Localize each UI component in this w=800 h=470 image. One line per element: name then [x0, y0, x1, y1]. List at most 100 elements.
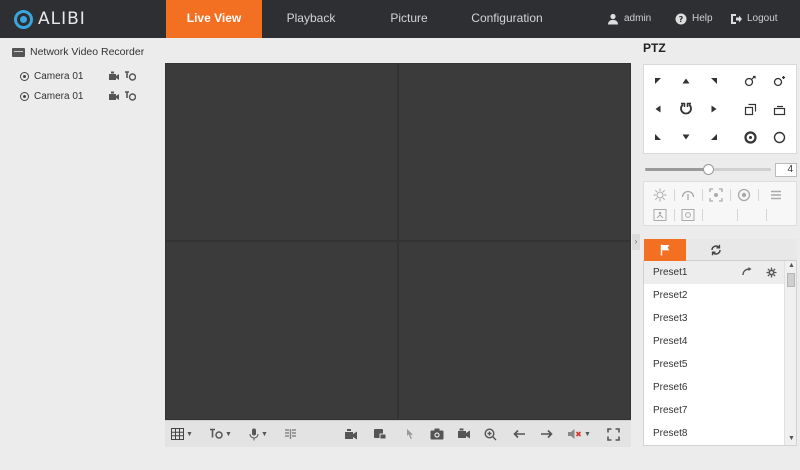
- ptz-speed-fill: [645, 168, 708, 171]
- full-screen-layout-button[interactable]: [284, 427, 297, 441]
- start-live-icon[interactable]: [108, 91, 120, 101]
- preset-list-scrollbar[interactable]: ▲ ▼: [784, 261, 796, 445]
- stream-type-icon[interactable]: [124, 71, 136, 81]
- previous-page-button[interactable]: [513, 427, 526, 441]
- arrow-up-right-icon: [711, 78, 717, 84]
- help-link[interactable]: ? Help: [675, 0, 713, 38]
- zoom-out-button[interactable]: [770, 72, 788, 90]
- tab-live-view[interactable]: Live View: [166, 0, 262, 38]
- tab-playback[interactable]: Playback: [264, 0, 358, 38]
- preset-item-5[interactable]: Preset5: [644, 353, 784, 376]
- camera-item-1[interactable]: Camera 01: [20, 69, 150, 83]
- record-button[interactable]: [457, 427, 471, 441]
- light-icon[interactable]: [653, 188, 667, 202]
- ptz-auto-pan-button[interactable]: [677, 100, 695, 118]
- stream-type-button[interactable]: ▼: [209, 427, 232, 441]
- iris-open-button[interactable]: [741, 128, 759, 146]
- preset-item-2[interactable]: Preset2: [644, 284, 784, 307]
- record-icon: [458, 428, 470, 439]
- focus-far-button[interactable]: [770, 100, 788, 118]
- ptz-speed-value: 4: [775, 163, 797, 177]
- manual-tracking-icon[interactable]: [653, 208, 667, 222]
- preset-item-6[interactable]: Preset6: [644, 376, 784, 399]
- device-tree-root[interactable]: Network Video Recorder: [12, 45, 144, 59]
- audio-button[interactable]: ▼: [249, 427, 268, 441]
- preset-item-1[interactable]: Preset1: [644, 261, 784, 284]
- preset-item-4[interactable]: Preset4: [644, 330, 784, 353]
- camera-label: Camera 01: [34, 90, 84, 102]
- ptz-down-left-button[interactable]: [649, 128, 667, 146]
- ptz-down-button[interactable]: [677, 128, 695, 146]
- video-window-4[interactable]: [399, 242, 630, 419]
- scroll-down-icon[interactable]: ▼: [788, 435, 795, 442]
- stop-all-live-icon: [374, 429, 387, 440]
- scroll-up-icon[interactable]: ▲: [788, 262, 795, 269]
- user-name: admin: [624, 13, 652, 24]
- window-division-button[interactable]: ▼: [171, 427, 193, 441]
- preset-item-3[interactable]: Preset3: [644, 307, 784, 330]
- stream-type-icon[interactable]: [124, 91, 136, 101]
- video-window-3[interactable]: [166, 242, 397, 419]
- start-all-live-view-button[interactable]: [344, 427, 358, 441]
- arrow-up-left-icon: [655, 78, 661, 84]
- tab-configuration[interactable]: Configuration: [458, 0, 556, 38]
- preset-item-7[interactable]: Preset7: [644, 399, 784, 422]
- ptz-up-right-button[interactable]: [705, 72, 723, 90]
- ptz-speed-slider[interactable]: [645, 164, 771, 175]
- divider: [674, 209, 675, 221]
- ptz-speed-slider-handle[interactable]: [703, 164, 714, 175]
- zoom-in-button[interactable]: [741, 72, 759, 90]
- fullscreen-icon: [607, 427, 620, 441]
- camera-item-2[interactable]: Camera 01: [20, 89, 150, 103]
- ptz-left-button[interactable]: [649, 100, 667, 118]
- ptz-right-button[interactable]: [705, 100, 723, 118]
- ptz-control-pad: [643, 64, 797, 154]
- wiper-icon[interactable]: [681, 188, 695, 202]
- video-window-1[interactable]: [166, 64, 397, 240]
- zoom-in-button[interactable]: [484, 427, 497, 441]
- capture-button[interactable]: [430, 427, 444, 441]
- stream-type-icon: [210, 428, 223, 439]
- ptz-auxiliary-functions: [643, 181, 797, 226]
- one-touch-focus-icon[interactable]: [709, 188, 723, 202]
- video-window-2[interactable]: [399, 64, 630, 240]
- logout-link[interactable]: Logout: [730, 0, 778, 38]
- brand-name: ALIBI: [38, 9, 86, 29]
- next-page-button[interactable]: [540, 427, 553, 441]
- logo-mark-icon: [14, 9, 33, 29]
- camera-status-icon: [20, 71, 29, 81]
- gear-icon[interactable]: [766, 267, 777, 278]
- tab-picture[interactable]: Picture: [362, 0, 456, 38]
- stop-all-live-view-button[interactable]: [373, 427, 387, 441]
- ptz-up-left-button[interactable]: [649, 72, 667, 90]
- preset-item-8[interactable]: Preset8: [644, 422, 784, 445]
- zoom-in-icon: [484, 427, 497, 440]
- 3d-zoom-icon[interactable]: [681, 208, 695, 222]
- lens-initialization-icon[interactable]: [737, 188, 751, 202]
- arrow-right-icon: [541, 429, 553, 439]
- divider: [702, 209, 703, 221]
- user-icon: [608, 13, 618, 25]
- chevron-down-icon: ▼: [225, 430, 232, 438]
- volume-button[interactable]: ▼: [567, 427, 591, 441]
- tab-patrol[interactable]: [695, 239, 737, 261]
- zoom-out-icon: [773, 75, 785, 86]
- focus-near-button[interactable]: [741, 100, 759, 118]
- tab-preset[interactable]: [644, 239, 686, 261]
- menu-icon[interactable]: [769, 188, 783, 202]
- full-screen-button[interactable]: [607, 427, 620, 441]
- ptz-down-right-button[interactable]: [705, 128, 723, 146]
- ptz-up-button[interactable]: [677, 72, 695, 90]
- arrow-down-icon: [682, 134, 690, 140]
- microphone-icon: [249, 428, 259, 440]
- start-live-icon[interactable]: [108, 71, 120, 81]
- user-menu[interactable]: admin: [607, 0, 651, 38]
- iris-close-button[interactable]: [770, 128, 788, 146]
- collapse-ptz-panel-button[interactable]: ›: [632, 234, 640, 250]
- divider: [766, 209, 767, 221]
- top-navigation-bar: ALIBI Live View Playback Picture Configu…: [0, 0, 800, 38]
- call-preset-icon[interactable]: [742, 267, 753, 277]
- divider: [730, 189, 731, 201]
- digital-zoom-button[interactable]: [403, 427, 415, 441]
- scrollbar-thumb[interactable]: [787, 273, 795, 287]
